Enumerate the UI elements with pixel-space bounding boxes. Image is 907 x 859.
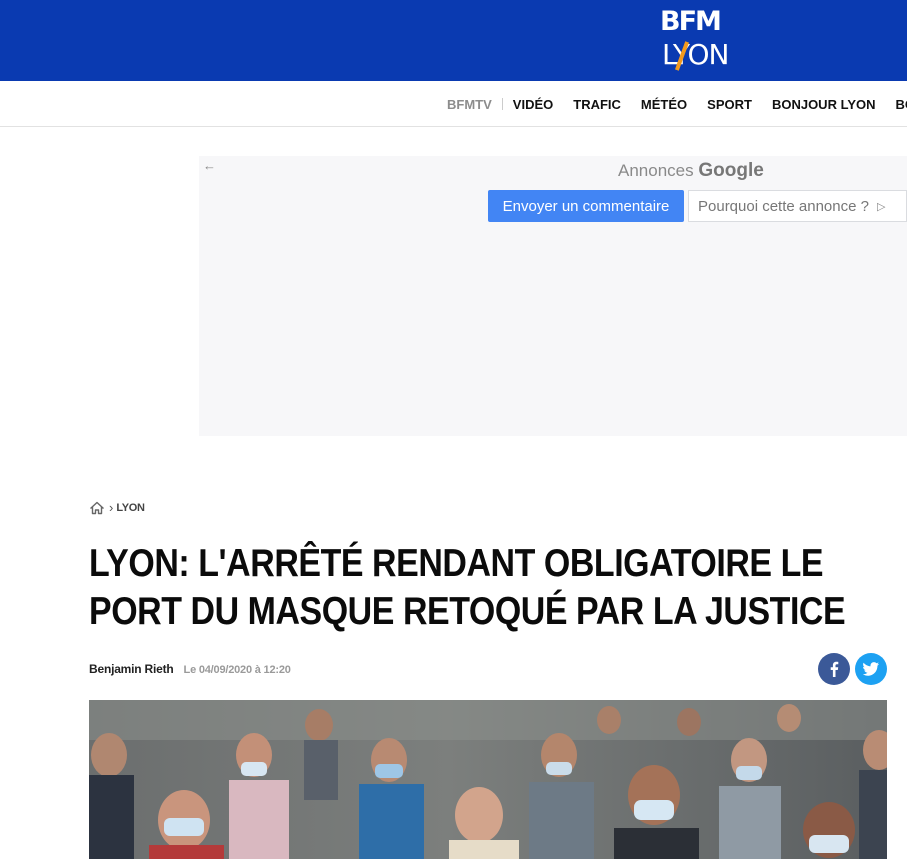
nav-item-bfmtv[interactable]: BFMTV [447,97,502,112]
twitter-icon [863,662,879,676]
share-facebook-button[interactable] [818,653,850,685]
nav-item-bonsoir-lyon[interactable]: BONSOIR LYON [886,97,907,112]
article-title: Lyon: l'arrêté rendant obligatoire le po… [89,542,846,633]
nav-list: BFMTV VIDÉO TRAFIC MÉTÉO SPORT BONJOUR L… [447,81,907,126]
article-date: Le 04/09/2020 à 12:20 [183,664,291,676]
ad-label: Annonces Google [618,160,764,182]
logo-city-text: LYON [662,38,729,71]
ad-label-brand: Google [698,160,764,181]
article-author[interactable]: Benjamin Rieth [89,662,174,676]
logo-bfm-text: BFM [660,6,722,37]
nav-item-video[interactable]: VIDÉO [503,97,563,112]
share-twitter-button[interactable] [855,653,887,685]
arrow-left-icon[interactable]: ← [203,158,216,173]
why-this-ad-button[interactable]: Pourquoi cette annonce ? ▷ [688,190,907,222]
article-byline: Benjamin Rieth Le 04/09/2020 à 12:20 [89,662,291,676]
adchoices-icon: ▷ [876,200,886,213]
crowd-with-masks-photo [89,700,887,859]
nav-item-trafic[interactable]: TRAFIC [563,97,631,112]
nav-item-meteo[interactable]: MÉTÉO [631,97,697,112]
bfm-lyon-logo[interactable]: BFM LYON [660,7,740,75]
ad-label-prefix: Annonces [618,161,694,180]
ad-slot: ← Annonces Google Envoyer un commentaire… [199,156,907,436]
send-feedback-button[interactable]: Envoyer un commentaire [488,190,684,222]
breadcrumb: › LYON [89,500,145,515]
why-this-ad-label: Pourquoi cette annonce ? [698,197,869,215]
site-header: BFM LYON [0,0,907,81]
nav-item-sport[interactable]: SPORT [697,97,762,112]
main-navigation: BFMTV VIDÉO TRAFIC MÉTÉO SPORT BONJOUR L… [0,81,907,127]
home-icon[interactable] [89,501,105,515]
article-hero-image [89,700,887,859]
facebook-icon [830,661,839,677]
breadcrumb-section[interactable]: LYON [116,502,145,514]
nav-item-bonjour-lyon[interactable]: BONJOUR LYON [762,97,886,112]
chevron-right-icon: › [109,500,114,515]
